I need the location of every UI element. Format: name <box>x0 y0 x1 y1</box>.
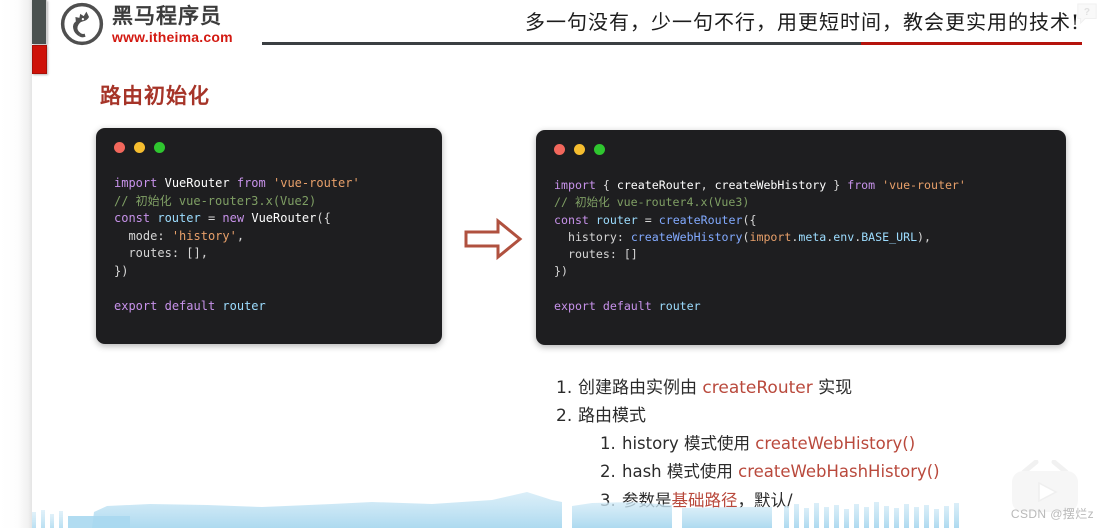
note-text: 创建路由实例由 <box>578 378 703 398</box>
note-text: hash 模式使用 <box>622 462 739 482</box>
right-arrow-icon <box>464 217 523 261</box>
window-traffic-lights <box>114 142 428 153</box>
note-content: history 模式使用 createWebHistory() <box>622 430 915 458</box>
svg-text:?: ? <box>1084 7 1090 18</box>
note-subitem: 1. history 模式使用 createWebHistory() <box>600 430 1076 458</box>
note-item: 2. 路由模式 <box>556 403 1076 431</box>
accent-bar-red <box>32 45 47 74</box>
note-number: 1. <box>600 434 616 454</box>
note-highlight: createWebHistory() <box>755 434 916 454</box>
note-number: 2. <box>556 405 573 426</box>
note-text: 实现 <box>812 378 853 398</box>
note-content: 路由模式 <box>578 403 646 431</box>
code-window-vue3: import { createRouter, createWebHistory … <box>536 130 1066 345</box>
close-dot-icon[interactable] <box>554 144 565 155</box>
note-number: 1. <box>556 378 573 398</box>
maximize-dot-icon[interactable] <box>154 142 165 153</box>
note-highlight: createWebHashHistory() <box>738 462 940 482</box>
close-dot-icon[interactable] <box>114 142 125 153</box>
logo-company-name: 黑马程序员 <box>112 4 222 28</box>
maximize-dot-icon[interactable] <box>594 144 605 155</box>
header-tagline: 多一句没有，少一句不行，用更短时间，教会更实用的技术! <box>524 10 1080 34</box>
note-text: history 模式使用 <box>622 434 756 454</box>
code-window-vue2: import VueRouter from 'vue-router' // 初始… <box>96 128 442 344</box>
slide-canvas: 黑马程序员 www.itheima.com 多一句没有，少一句不行，用更短时间，… <box>0 0 1102 528</box>
minimize-dot-icon[interactable] <box>574 144 585 155</box>
divider-red-segment <box>860 42 1082 45</box>
question-bubble-icon[interactable]: ? <box>1076 2 1098 26</box>
watermark-text: CSDN @摆烂z <box>1010 507 1094 521</box>
page-gutter <box>0 0 32 528</box>
code-block-vue2: import VueRouter from 'vue-router' // 初始… <box>114 176 360 313</box>
code-block-vue3: import { createRouter, createWebHistory … <box>554 178 966 313</box>
brand-logo: 黑马程序员 www.itheima.com <box>60 2 233 46</box>
note-item: 1. 创建路由实例由 createRouter 实现 <box>556 375 1076 403</box>
window-traffic-lights <box>554 144 1052 155</box>
accent-bar-gray <box>32 0 47 44</box>
note-content: 创建路由实例由 createRouter 实现 <box>578 375 852 403</box>
page-title: 路由初始化 <box>100 84 210 108</box>
logo-website-url: www.itheima.com <box>112 29 233 45</box>
horse-head-logo-icon <box>60 2 104 46</box>
note-text: 路由模式 <box>578 405 646 426</box>
divider-dark-segment <box>262 42 861 45</box>
header-divider <box>262 42 1082 45</box>
skyline-decoration <box>32 492 959 528</box>
minimize-dot-icon[interactable] <box>134 142 145 153</box>
note-highlight: createRouter <box>702 378 813 398</box>
